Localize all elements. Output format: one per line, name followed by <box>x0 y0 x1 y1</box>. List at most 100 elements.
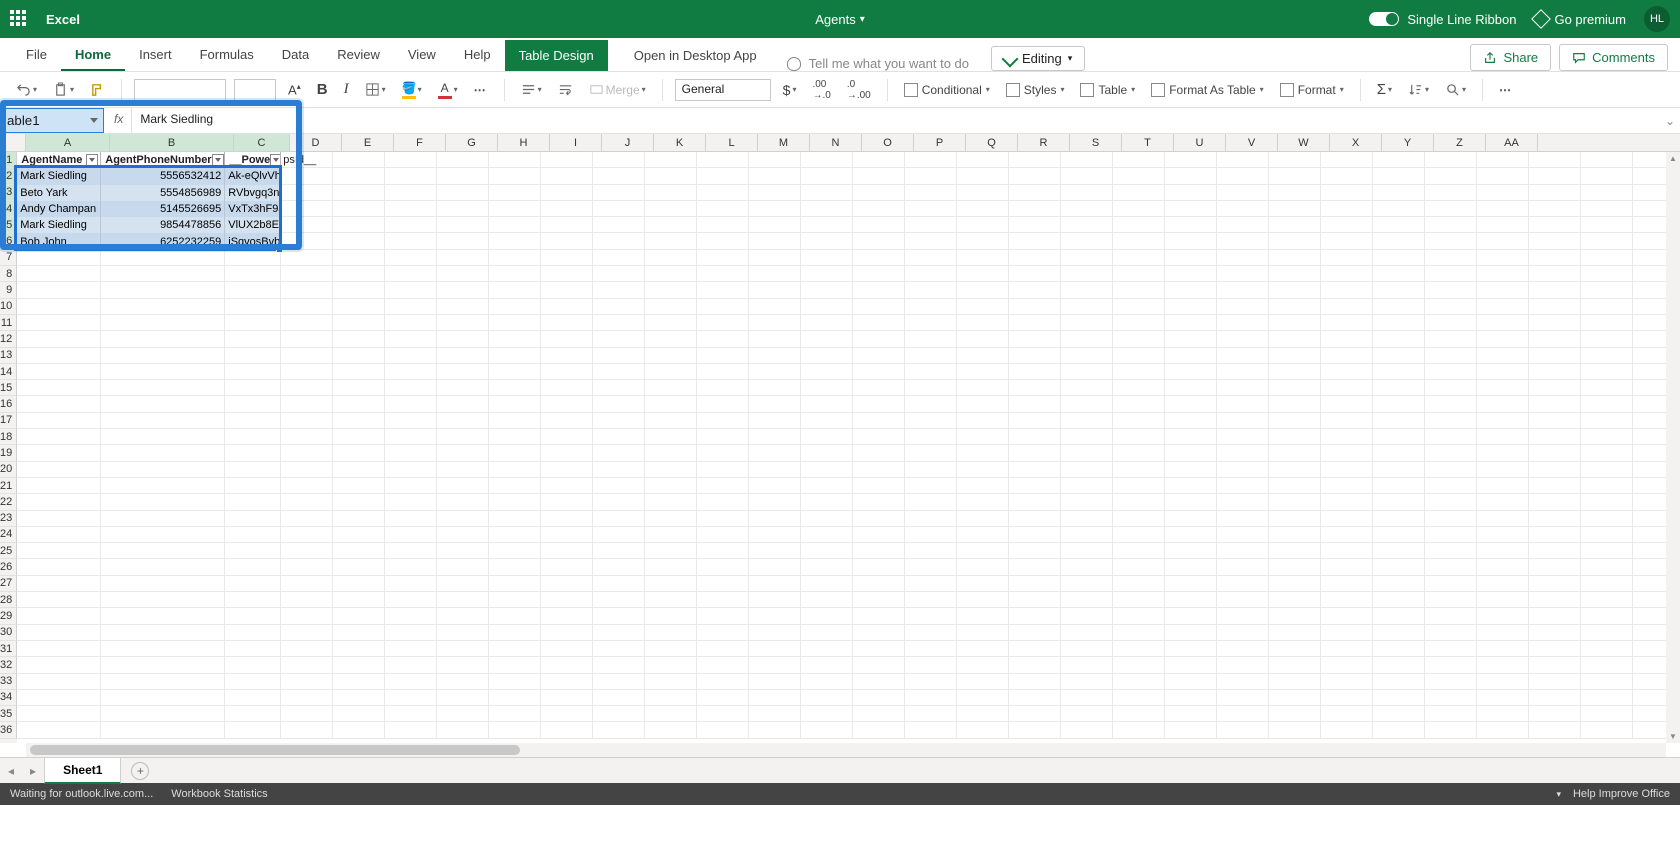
row-header-15[interactable]: 15 <box>0 380 17 396</box>
row-header-23[interactable]: 23 <box>0 511 17 527</box>
bold-button[interactable]: B <box>313 79 332 100</box>
table-header-phone[interactable]: AgentPhoneNumber <box>101 152 225 167</box>
row-header-5[interactable]: 5 <box>0 217 17 233</box>
autosum-button[interactable]: Σ▾ <box>1373 79 1396 100</box>
tab-data[interactable]: Data <box>268 39 323 71</box>
row-header-18[interactable]: 18 <box>0 429 17 445</box>
document-title[interactable]: Agents ▾ <box>815 12 865 27</box>
find-button[interactable]: ▾ <box>1441 80 1470 99</box>
cell-agentname[interactable]: Mark Siedling <box>17 217 101 233</box>
formula-bar-expand[interactable]: ⌄ <box>1660 108 1680 133</box>
tab-file[interactable]: File <box>12 39 61 71</box>
row-header-14[interactable]: 14 <box>0 364 17 380</box>
grow-font-button[interactable]: A▴ <box>284 80 305 99</box>
table-row[interactable]: Bob John6252232259iSqvosBvb <box>17 233 281 249</box>
add-sheet-button[interactable]: + <box>131 762 149 780</box>
row-header-33[interactable]: 33 <box>0 674 17 690</box>
cell-phone[interactable]: 5556532412 <box>101 168 225 184</box>
tab-insert[interactable]: Insert <box>125 39 186 71</box>
more-font-button[interactable]: ⋯ <box>470 81 492 99</box>
row-header-30[interactable]: 30 <box>0 625 17 641</box>
filter-icon[interactable] <box>86 154 98 166</box>
filter-icon[interactable] <box>270 154 281 166</box>
row-header-35[interactable]: 35 <box>0 706 17 722</box>
name-box-dropdown[interactable] <box>90 118 98 123</box>
sheet-nav-next[interactable]: ▸ <box>22 764 44 778</box>
table-header-power[interactable]: __Powe <box>225 152 281 167</box>
column-header-R[interactable]: R <box>1018 134 1070 151</box>
vertical-scrollbar[interactable] <box>1666 152 1680 743</box>
column-header-D[interactable]: D <box>290 134 342 151</box>
font-color-button[interactable]: A▾ <box>434 79 462 101</box>
fill-handle[interactable] <box>276 246 283 253</box>
ribbon-overflow-button[interactable]: ⋯ <box>1495 81 1517 99</box>
cell-phone[interactable]: 5145526695 <box>101 201 225 217</box>
column-header-E[interactable]: E <box>342 134 394 151</box>
workbook-stats-button[interactable]: Workbook Statistics <box>171 788 267 800</box>
row-header-17[interactable]: 17 <box>0 413 17 429</box>
tab-help[interactable]: Help <box>450 39 505 71</box>
horizontal-scrollbar[interactable] <box>26 743 1666 757</box>
row-header-28[interactable]: 28 <box>0 592 17 608</box>
status-caret[interactable]: ▾ <box>1556 789 1561 800</box>
column-header-B[interactable]: B <box>110 134 234 151</box>
tell-me-search[interactable]: Tell me what you want to do <box>787 56 969 71</box>
cell-phone[interactable]: 6252232259 <box>101 233 225 249</box>
table-row[interactable]: Beto Yark5554856989RVbvgq3nq <box>17 185 281 201</box>
column-header-N[interactable]: N <box>810 134 862 151</box>
row-header-12[interactable]: 12 <box>0 331 17 347</box>
table-header-agentname[interactable]: AgentName <box>17 152 101 167</box>
app-launcher[interactable] <box>10 10 28 28</box>
comments-button[interactable]: Comments <box>1559 44 1668 71</box>
column-header-J[interactable]: J <box>602 134 654 151</box>
scrollbar-thumb[interactable] <box>30 745 520 755</box>
table-row[interactable]: Mark Siedling5556532412Ak-eQlvVh <box>17 168 281 184</box>
cells-area[interactable]: AgentName AgentPhoneNumber __Powe Mark S… <box>17 152 1680 743</box>
column-header-H[interactable]: H <box>498 134 550 151</box>
row-header-24[interactable]: 24 <box>0 527 17 543</box>
align-button[interactable]: ▾ <box>517 80 546 99</box>
editing-mode-button[interactable]: Editing ▾ <box>991 46 1085 71</box>
cell-power[interactable]: VlUX2b8Ex <box>225 217 281 233</box>
row-header-22[interactable]: 22 <box>0 494 17 510</box>
column-header-M[interactable]: M <box>758 134 810 151</box>
column-header-K[interactable]: K <box>654 134 706 151</box>
go-premium-button[interactable]: Go premium <box>1534 12 1626 27</box>
column-header-U[interactable]: U <box>1174 134 1226 151</box>
row-header-6[interactable]: 6 <box>0 233 17 249</box>
column-header-F[interactable]: F <box>394 134 446 151</box>
merge-button[interactable]: Merge▾ <box>585 80 650 99</box>
number-format-select[interactable]: General <box>675 79 771 101</box>
column-header-X[interactable]: X <box>1330 134 1382 151</box>
borders-button[interactable]: ▾ <box>361 80 390 99</box>
row-header-31[interactable]: 31 <box>0 641 17 657</box>
row-header-36[interactable]: 36 <box>0 722 17 738</box>
styles-button[interactable]: Styles▾ <box>1002 81 1069 99</box>
cell-power[interactable]: iSqvosBvb <box>225 233 281 249</box>
column-header-G[interactable]: G <box>446 134 498 151</box>
column-header-A[interactable]: A <box>26 134 110 151</box>
conditional-formatting-button[interactable]: Conditional▾ <box>900 81 994 99</box>
name-box[interactable] <box>0 108 104 133</box>
fill-color-button[interactable]: 🪣▾ <box>398 79 426 101</box>
row-header-4[interactable]: 4 <box>0 201 17 217</box>
column-header-V[interactable]: V <box>1226 134 1278 151</box>
row-header-8[interactable]: 8 <box>0 266 17 282</box>
fx-icon[interactable]: fx <box>106 108 132 133</box>
row-header-9[interactable]: 9 <box>0 282 17 298</box>
cell-power[interactable]: VxTx3hF9a <box>225 201 281 217</box>
share-button[interactable]: Share <box>1470 44 1551 71</box>
formula-bar[interactable]: Mark Siedling <box>132 108 1660 133</box>
column-header-T[interactable]: T <box>1122 134 1174 151</box>
undo-button[interactable]: ▾ <box>12 80 41 99</box>
table-row[interactable]: Mark Siedling9854478856VlUX2b8Ex <box>17 217 281 233</box>
row-header-10[interactable]: 10 <box>0 299 17 315</box>
column-header-Y[interactable]: Y <box>1382 134 1434 151</box>
sort-filter-button[interactable]: ▾ <box>1404 80 1433 99</box>
italic-button[interactable]: I <box>340 79 353 100</box>
table-row[interactable]: Andy Champan5145526695VxTx3hF9a <box>17 201 281 217</box>
tab-table-design[interactable]: Table Design <box>505 40 608 71</box>
tab-formulas[interactable]: Formulas <box>186 39 268 71</box>
column-header-Z[interactable]: Z <box>1434 134 1486 151</box>
row-header-11[interactable]: 11 <box>0 315 17 331</box>
